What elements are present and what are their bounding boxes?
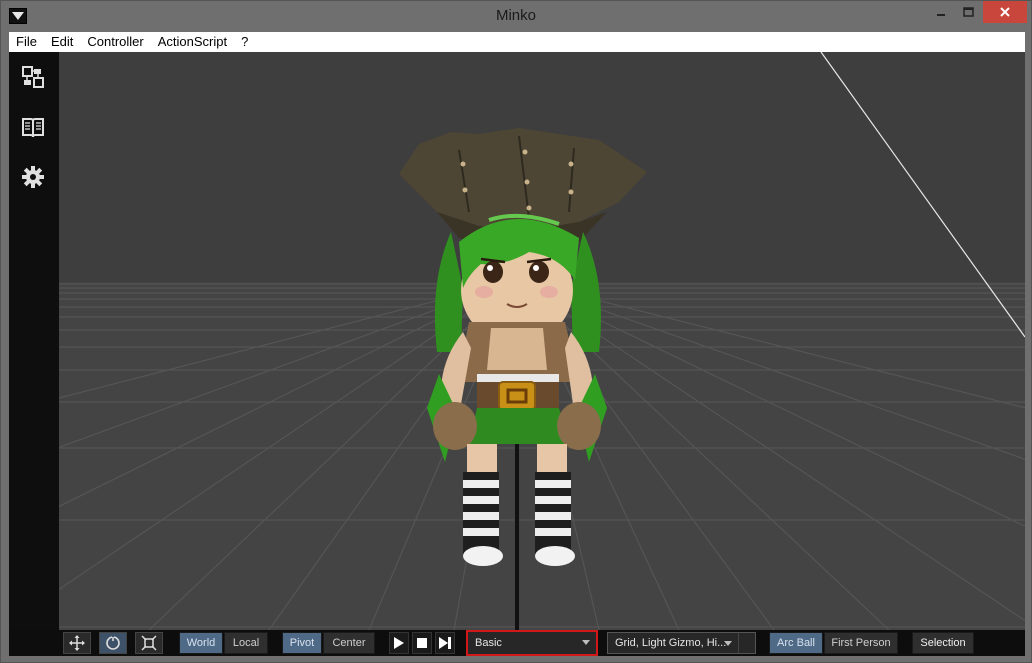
scale-icon xyxy=(141,635,157,651)
sidebar-item-scene-graph[interactable] xyxy=(18,62,48,92)
menu-bar: File Edit Controller ActionScript ? xyxy=(9,32,1025,52)
maximize-button[interactable] xyxy=(955,1,982,23)
title-bar: Minko xyxy=(1,1,1031,32)
stop-button[interactable] xyxy=(412,632,432,654)
world-space-button[interactable]: World xyxy=(179,632,223,654)
sidebar-item-library[interactable] xyxy=(18,112,48,142)
3d-viewport[interactable] xyxy=(59,52,1025,630)
close-icon xyxy=(1000,7,1010,17)
selection-button[interactable]: Selection xyxy=(912,632,974,654)
menu-actionscript[interactable]: ActionScript xyxy=(151,32,234,52)
play-icon xyxy=(394,637,404,649)
display-options-dropdown[interactable]: Grid, Light Gizmo, Hi... xyxy=(607,632,739,654)
center-button[interactable]: Center xyxy=(323,632,375,654)
step-icon xyxy=(438,637,451,649)
gear-icon xyxy=(22,166,44,188)
left-sidebar xyxy=(9,52,59,630)
arcball-camera-button[interactable]: Arc Ball xyxy=(769,632,823,654)
app-window: Minko File Edit Controller ActionScript … xyxy=(0,0,1032,663)
translate-tool-button[interactable] xyxy=(63,632,91,654)
display-options-value: Grid, Light Gizmo, Hi... xyxy=(615,637,727,649)
close-button[interactable] xyxy=(983,1,1027,23)
play-button[interactable] xyxy=(389,632,409,654)
pivot-button[interactable]: Pivot xyxy=(282,632,322,654)
rotate-tool-button[interactable] xyxy=(99,632,127,654)
chevron-down-icon xyxy=(582,640,590,645)
tree-icon xyxy=(22,66,44,88)
display-options-arrow[interactable] xyxy=(738,632,756,654)
menu-controller[interactable]: Controller xyxy=(80,32,150,52)
scene-render xyxy=(59,52,1025,630)
step-button[interactable] xyxy=(435,632,455,654)
window-title: Minko xyxy=(495,7,536,24)
render-mode-dropdown[interactable]: Basic xyxy=(466,630,598,656)
sidebar-item-settings[interactable] xyxy=(18,162,48,192)
menu-help[interactable]: ? xyxy=(234,32,255,52)
stop-icon xyxy=(417,638,427,648)
menu-file[interactable]: File xyxy=(9,32,44,52)
minimize-button[interactable] xyxy=(927,1,954,23)
chevron-down-icon xyxy=(724,641,732,646)
book-icon xyxy=(22,118,44,138)
bottom-toolbar: World Local Pivot Center Basic Grid, Lig… xyxy=(9,630,1025,656)
minimize-icon xyxy=(936,14,945,16)
scale-tool-button[interactable] xyxy=(135,632,163,654)
maximize-icon xyxy=(963,7,974,17)
menu-edit[interactable]: Edit xyxy=(44,32,80,52)
rotate-icon xyxy=(106,635,120,650)
translate-icon xyxy=(69,635,85,651)
render-mode-value: Basic xyxy=(475,637,502,649)
first-person-camera-button[interactable]: First Person xyxy=(824,632,898,654)
local-space-button[interactable]: Local xyxy=(224,632,268,654)
